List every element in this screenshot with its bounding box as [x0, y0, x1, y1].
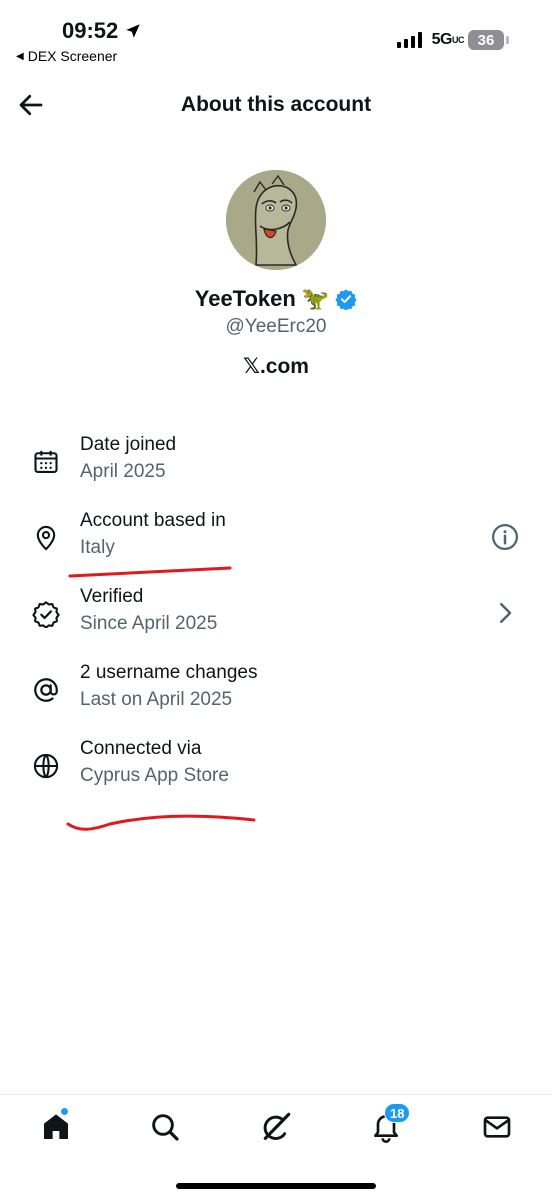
row-title: Connected via [80, 738, 202, 759]
row-username-changes: 2 username changes Last on April 2025 [0, 660, 552, 736]
tab-home[interactable] [40, 1107, 72, 1143]
row-title: Verified [80, 586, 144, 607]
row-title: Account based in [80, 510, 226, 531]
underline-cyprus [66, 814, 256, 831]
status-indicators: 5GUC 36 [396, 30, 509, 50]
display-name: YeeToken [194, 286, 296, 311]
dinosaur-emoji: 🦖 [301, 286, 330, 311]
back-triangle-icon: ◀ [16, 50, 24, 62]
tab-messages[interactable] [481, 1111, 513, 1143]
row-subtitle: Last on April 2025 [80, 689, 233, 710]
battery-icon: 36 [468, 30, 509, 50]
location-pin-icon [36, 525, 56, 551]
home-icon [44, 1114, 68, 1139]
tab-search[interactable] [149, 1111, 181, 1143]
notifications-badge: 18 [384, 1103, 411, 1123]
row-subtitle: April 2025 [80, 461, 166, 482]
status-time: 09:52 [62, 18, 142, 44]
tab-grok[interactable] [260, 1111, 292, 1143]
globe-icon [33, 753, 59, 779]
display-name-row: YeeToken 🦖 [0, 286, 552, 312]
home-new-dot [60, 1107, 69, 1116]
row-subtitle: Since April 2025 [80, 613, 218, 634]
site-label: 𝕏.com [243, 355, 309, 378]
row-title: 2 username changes [80, 662, 258, 683]
back-app-label: DEX Screener [27, 48, 118, 64]
avatar-image [226, 170, 326, 270]
row-account-based-in: Account based in Italy [0, 508, 552, 584]
page-title: About this account [180, 93, 372, 116]
messages-icon [483, 1116, 511, 1138]
search-icon [152, 1114, 179, 1141]
verified-badge-icon [335, 289, 357, 310]
back-to-app-link[interactable]: ◀ DEX Screener [16, 48, 117, 64]
row-verified[interactable]: Verified Since April 2025 [0, 584, 552, 660]
info-icon[interactable] [490, 522, 520, 552]
chevron-right-icon [500, 603, 512, 623]
signal-icon [396, 32, 422, 48]
home-indicator [176, 1183, 376, 1189]
row-title: Date joined [80, 434, 177, 455]
at-sign-icon [34, 678, 58, 702]
row-connected-via: Connected via Cyprus App Store [0, 736, 552, 812]
network-label: 5GUC [431, 31, 465, 48]
verified-badge-outline-icon [32, 601, 60, 628]
avatar[interactable] [226, 170, 326, 270]
grok-icon [263, 1112, 291, 1140]
handle: @YeeErc20 [225, 316, 327, 337]
row-date-joined: Date joined April 2025 [0, 432, 552, 508]
row-subtitle: Italy [80, 537, 115, 558]
calendar-icon [34, 450, 58, 473]
row-subtitle: Cyprus App Store [80, 765, 229, 786]
location-arrow-icon [126, 24, 141, 38]
tab-notifications[interactable]: 18 [370, 1103, 411, 1143]
